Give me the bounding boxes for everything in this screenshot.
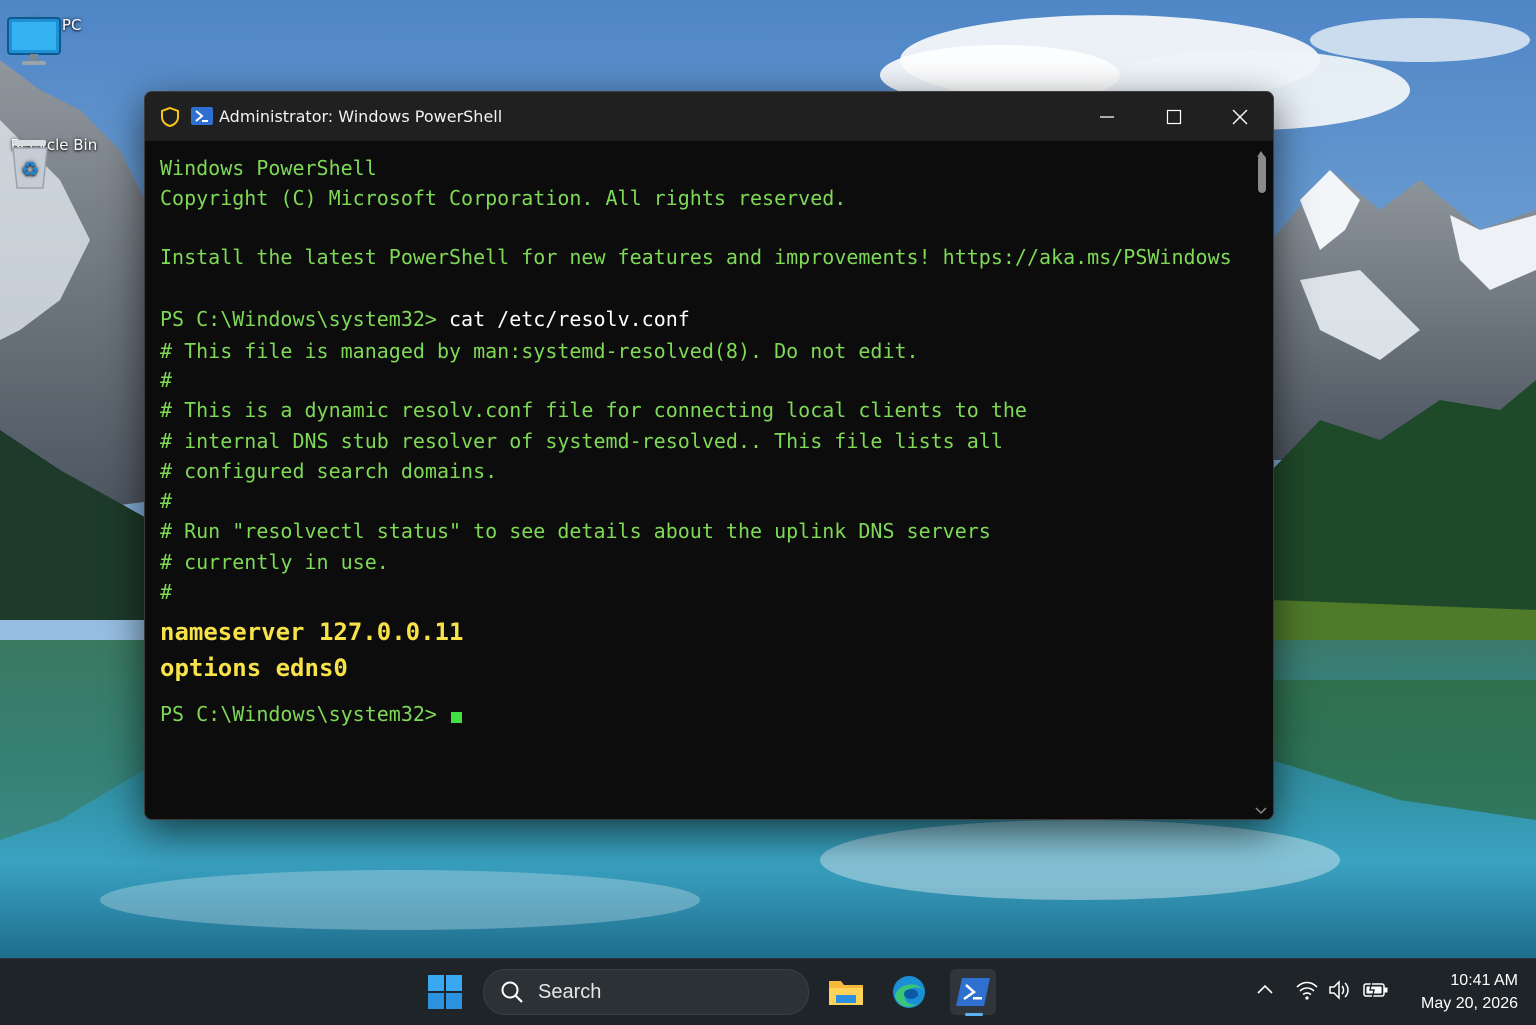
window-title: Administrator: Windows PowerShell: [219, 107, 503, 126]
clock-date: May 20, 2026: [1421, 995, 1518, 1012]
search-icon: [501, 981, 523, 1003]
maximize-button[interactable]: [1141, 92, 1207, 141]
terminal-line: # currently in use.: [160, 550, 389, 574]
shield-icon: [161, 106, 179, 128]
search-label: Search: [538, 981, 602, 1003]
active-app-indicator: [965, 1013, 983, 1016]
maximize-icon: [1166, 109, 1182, 124]
scroll-down-icon[interactable]: [1255, 807, 1267, 815]
terminal-line: #: [160, 580, 173, 604]
nameserver-line: nameserver 127.0.0.11: [160, 618, 464, 646]
close-icon: [1232, 109, 1248, 124]
windows-start-icon: [428, 975, 462, 1009]
text-cursor: [451, 712, 462, 723]
desktop-icon-recycle-bin[interactable]: ♻ Recycle Bin: [6, 136, 102, 189]
title-bar[interactable]: Administrator: Windows PowerShell: [145, 92, 1273, 141]
terminal-line: Copyright (C) Microsoft Corporation. All…: [160, 186, 847, 210]
monitor-icon: [7, 17, 61, 65]
file-explorer-icon: [829, 981, 863, 1005]
desktop-icon-this-pc[interactable]: This PC: [6, 16, 102, 65]
taskbar-clock[interactable]: 10:41 AM May 20, 2026: [1400, 969, 1518, 1015]
terminal-output[interactable]: Windows PowerShell Copyright (C) Microso…: [145, 141, 1249, 819]
command-text: cat /etc/resolv.conf: [449, 307, 690, 331]
command-line: PS C:\Windows\system32>: [160, 701, 462, 727]
terminal-line: # Run "resolvectl status" to see details…: [160, 519, 991, 543]
vertical-scrollbar[interactable]: [1249, 141, 1273, 819]
wifi-icon[interactable]: [1295, 979, 1319, 1001]
clock-time: 10:41 AM: [1450, 972, 1518, 989]
taskbar-app-edge[interactable]: [886, 969, 932, 1015]
svg-text:♻: ♻: [21, 157, 39, 181]
terminal-line: Windows PowerShell: [160, 156, 377, 180]
terminal-line: # This is a dynamic resolv.conf file for…: [160, 398, 1027, 422]
terminal-line: # This file is managed by man:systemd-re…: [160, 339, 919, 363]
scrollbar-thumb[interactable]: [1258, 155, 1266, 193]
command-line: PS C:\Windows\system32> cat /etc/resolv.…: [160, 306, 690, 332]
taskbar-search-box[interactable]: Search: [483, 969, 809, 1015]
minimize-button[interactable]: [1074, 92, 1140, 141]
options-line: options edns0: [160, 654, 348, 682]
taskbar-app-powershell[interactable]: [950, 969, 996, 1015]
terminal-line: #: [160, 489, 173, 513]
close-button[interactable]: [1207, 92, 1273, 141]
minimize-icon: [1100, 115, 1114, 118]
recycle-bin-icon: ♻: [12, 140, 48, 189]
battery-icon[interactable]: [1362, 979, 1390, 1001]
terminal-line: Install the latest PowerShell for new fe…: [160, 245, 1232, 269]
start-button[interactable]: [422, 969, 468, 1015]
powershell-window[interactable]: Administrator: Windows PowerShell Window…: [144, 91, 1274, 820]
terminal-line: #: [160, 368, 173, 392]
taskbar-app-file-explorer[interactable]: [823, 969, 869, 1015]
prompt: PS C:\Windows\system32>: [160, 702, 437, 726]
chevron-up-icon[interactable]: [1255, 979, 1275, 999]
powershell-icon: [956, 978, 990, 1006]
volume-icon[interactable]: [1328, 979, 1354, 1001]
terminal-line: # internal DNS stub resolver of systemd-…: [160, 429, 1003, 453]
terminal-line: # configured search domains.: [160, 459, 498, 483]
taskbar: Search 10:41 AM May 20, 2026: [0, 958, 1536, 1025]
edge-icon: [893, 976, 925, 1008]
prompt: PS C:\Windows\system32>: [160, 307, 437, 331]
powershell-icon: [191, 107, 213, 125]
